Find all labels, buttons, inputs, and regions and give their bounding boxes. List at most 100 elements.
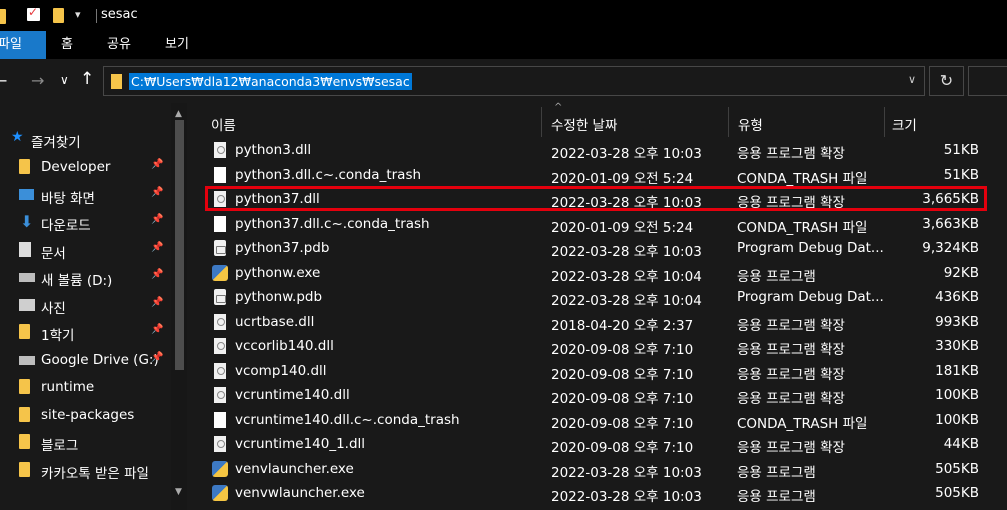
trash-file-icon bbox=[214, 215, 226, 232]
file-name: venvlauncher.exe bbox=[235, 460, 354, 477]
file-size: 51KB bbox=[943, 166, 979, 183]
back-arrow-icon[interactable]: ← bbox=[0, 71, 7, 90]
file-name: pythonw.pdb bbox=[235, 289, 323, 305]
file-size: 100KB bbox=[935, 411, 979, 428]
pin-icon[interactable]: 📌 bbox=[151, 242, 163, 253]
up-arrow-icon[interactable]: ↑ bbox=[80, 69, 94, 89]
pin-icon[interactable]: 📌 bbox=[151, 324, 163, 335]
sidebar-item[interactable]: 바탕 화면 📌 bbox=[0, 182, 170, 209]
pin-icon[interactable]: 📌 bbox=[151, 352, 163, 363]
tab-file-label: 파일 bbox=[0, 37, 22, 52]
file-name: ucrtbase.dll bbox=[235, 313, 315, 330]
column-divider[interactable] bbox=[541, 107, 542, 137]
column-header-size[interactable]: 크기 bbox=[892, 114, 917, 134]
file-date: 2022-03-28 오후 10:04 bbox=[551, 293, 702, 309]
file-row[interactable]: venvwlauncher.exe 2022-03-28 오후 10:03 응용 프… bbox=[187, 482, 1007, 507]
sidebar-item-label: 문서 bbox=[41, 245, 66, 262]
scroll-up-icon[interactable]: ▲ bbox=[175, 109, 182, 119]
sidebar-item[interactable]: 문서 📌 bbox=[0, 237, 170, 264]
ribbon-tabs: 파일 홈 공유 보기 bbox=[0, 31, 1007, 59]
sidebar-item-label: 사진 bbox=[41, 300, 66, 317]
sidebar-item-label: 바탕 화면 bbox=[41, 190, 95, 207]
file-row[interactable]: python3.dll.c~.conda_trash 2020-01-09 오전 … bbox=[187, 164, 1007, 189]
forward-arrow-icon[interactable]: → bbox=[31, 71, 44, 90]
pdb-file-icon bbox=[214, 240, 226, 256]
file-row[interactable]: venvlauncher.exe 2022-03-28 오후 10:03 응용 프로… bbox=[187, 458, 1007, 483]
sidebar-item-label: Google Drive (G:) bbox=[41, 351, 159, 368]
sidebar-item[interactable]: 1학기 📌 bbox=[0, 319, 170, 346]
file-size: 100KB bbox=[935, 387, 979, 403]
file-row[interactable]: python3.dll 2022-03-28 오후 10:03 응용 프로그램 확장… bbox=[187, 139, 1007, 164]
file-type: CONDA_TRASH 파일 bbox=[737, 219, 868, 236]
scroll-down-icon[interactable]: ▼ bbox=[175, 487, 182, 497]
sidebar-item-label: 카카오톡 받은 파일 bbox=[41, 465, 149, 482]
address-path[interactable]: C:₩Users₩dla12₩anaconda3₩envs₩sesac bbox=[129, 73, 412, 90]
sidebar-item[interactable]: site-packages bbox=[0, 402, 170, 429]
pin-icon[interactable]: 📌 bbox=[151, 214, 163, 225]
sidebar-item-label: site-packages bbox=[41, 406, 135, 423]
drive-icon bbox=[19, 273, 35, 282]
pin-icon[interactable]: 📌 bbox=[151, 297, 163, 308]
desktop-icon bbox=[19, 188, 34, 200]
file-row[interactable]: vccorlib140.dll 2020-09-08 오후 7:10 응용 프로그램… bbox=[187, 335, 1007, 360]
tab-share[interactable]: 공유 bbox=[107, 31, 131, 59]
file-row[interactable]: pythonw.exe 2022-03-28 오후 10:04 응용 프로그램 92K… bbox=[187, 262, 1007, 287]
folder-icon bbox=[19, 324, 30, 339]
download-icon: ⬇ bbox=[20, 212, 34, 231]
file-date: 2018-04-20 오후 2:37 bbox=[551, 317, 694, 334]
address-bar[interactable]: C:₩Users₩dla12₩anaconda3₩envs₩sesac ∨ bbox=[103, 66, 925, 96]
column-header-date[interactable]: 수정한 날짜 bbox=[551, 114, 617, 134]
file-size: 505KB bbox=[935, 460, 979, 477]
file-row[interactable]: python37.pdb 2022-03-28 오후 10:03 Program D… bbox=[187, 237, 1007, 262]
pin-icon[interactable]: 📌 bbox=[151, 159, 163, 170]
dll-file-icon bbox=[214, 362, 226, 379]
window-title: sesac bbox=[101, 7, 138, 22]
customize-toolbar-dropdown-icon[interactable]: ▾ bbox=[75, 8, 81, 21]
file-row[interactable]: vcruntime140.dll 2020-09-08 오후 7:10 응용 프로그… bbox=[187, 384, 1007, 409]
column-divider[interactable] bbox=[728, 107, 729, 137]
tab-home[interactable]: 홈 bbox=[61, 31, 73, 59]
tab-file[interactable]: 파일 bbox=[0, 31, 46, 59]
file-size: 993KB bbox=[935, 313, 979, 330]
sidebar-scrollbar[interactable]: ▲ ▼ bbox=[171, 103, 187, 510]
column-header-type[interactable]: 유형 bbox=[738, 114, 763, 134]
file-name: pythonw.exe bbox=[235, 264, 321, 281]
pin-icon[interactable]: 📌 bbox=[151, 187, 163, 198]
sidebar-item[interactable]: 카카오톡 받은 파일 bbox=[0, 457, 170, 484]
file-type: 응용 프로그램 bbox=[737, 489, 816, 505]
properties-icon[interactable] bbox=[27, 5, 40, 21]
sidebar-item[interactable]: 블로그 bbox=[0, 429, 170, 456]
address-history-chevron-icon[interactable]: ∨ bbox=[908, 73, 916, 86]
sidebar-item[interactable]: 새 볼륨 (D:) 📌 bbox=[0, 264, 170, 291]
file-type: 응용 프로그램 확장 bbox=[737, 317, 845, 334]
file-row[interactable]: vcruntime140_1.dll 2020-09-08 오후 7:10 응용 프… bbox=[187, 433, 1007, 458]
file-row[interactable]: vcruntime140.dll.c~.conda_trash 2020-09-0… bbox=[187, 409, 1007, 434]
file-type: CONDA_TRASH 파일 bbox=[737, 170, 868, 187]
sidebar-item[interactable]: 사진 📌 bbox=[0, 292, 170, 319]
column-header-name[interactable]: 이름 bbox=[211, 114, 236, 134]
column-divider[interactable] bbox=[884, 107, 885, 137]
tab-view[interactable]: 보기 bbox=[165, 31, 189, 59]
sidebar-item[interactable]: Developer 📌 bbox=[0, 154, 170, 181]
new-folder-icon[interactable] bbox=[53, 8, 64, 23]
sidebar-item[interactable]: runtime bbox=[0, 374, 170, 401]
file-row[interactable]: python37.dll.c~.conda_trash 2020-01-09 오전… bbox=[187, 213, 1007, 238]
file-row[interactable]: pythonw.pdb 2022-03-28 오후 10:04 Program De… bbox=[187, 286, 1007, 311]
file-row[interactable]: vcomp140.dll 2020-09-08 오후 7:10 응용 프로그램 확장… bbox=[187, 360, 1007, 385]
exe-file-icon bbox=[212, 264, 228, 281]
pin-icon[interactable]: 📌 bbox=[151, 269, 163, 280]
folder-icon bbox=[19, 461, 30, 477]
file-date: 2022-03-28 오후 10:03 bbox=[551, 244, 702, 260]
sidebar-item[interactable]: Google Drive (G:) 📌 bbox=[0, 347, 170, 374]
sidebar-item[interactable]: ⬇ 다운로드 📌 bbox=[0, 209, 170, 236]
recent-locations-chevron-icon[interactable]: ∨ bbox=[60, 73, 69, 87]
scrollbar-thumb[interactable] bbox=[175, 120, 184, 370]
file-date: 2022-03-28 오후 10:03 bbox=[551, 489, 702, 505]
search-input[interactable] bbox=[968, 66, 1007, 96]
sidebar-item-label: 다운로드 bbox=[41, 218, 91, 234]
file-size: 330KB bbox=[935, 338, 979, 354]
sidebar-item-quick-access[interactable]: ★ 즐겨찾기 bbox=[0, 126, 170, 153]
file-row[interactable]: ucrtbase.dll 2018-04-20 오후 2:37 응용 프로그램 확장… bbox=[187, 311, 1007, 336]
refresh-button[interactable]: ↻ bbox=[929, 66, 964, 96]
folder-icon[interactable] bbox=[0, 9, 6, 24]
